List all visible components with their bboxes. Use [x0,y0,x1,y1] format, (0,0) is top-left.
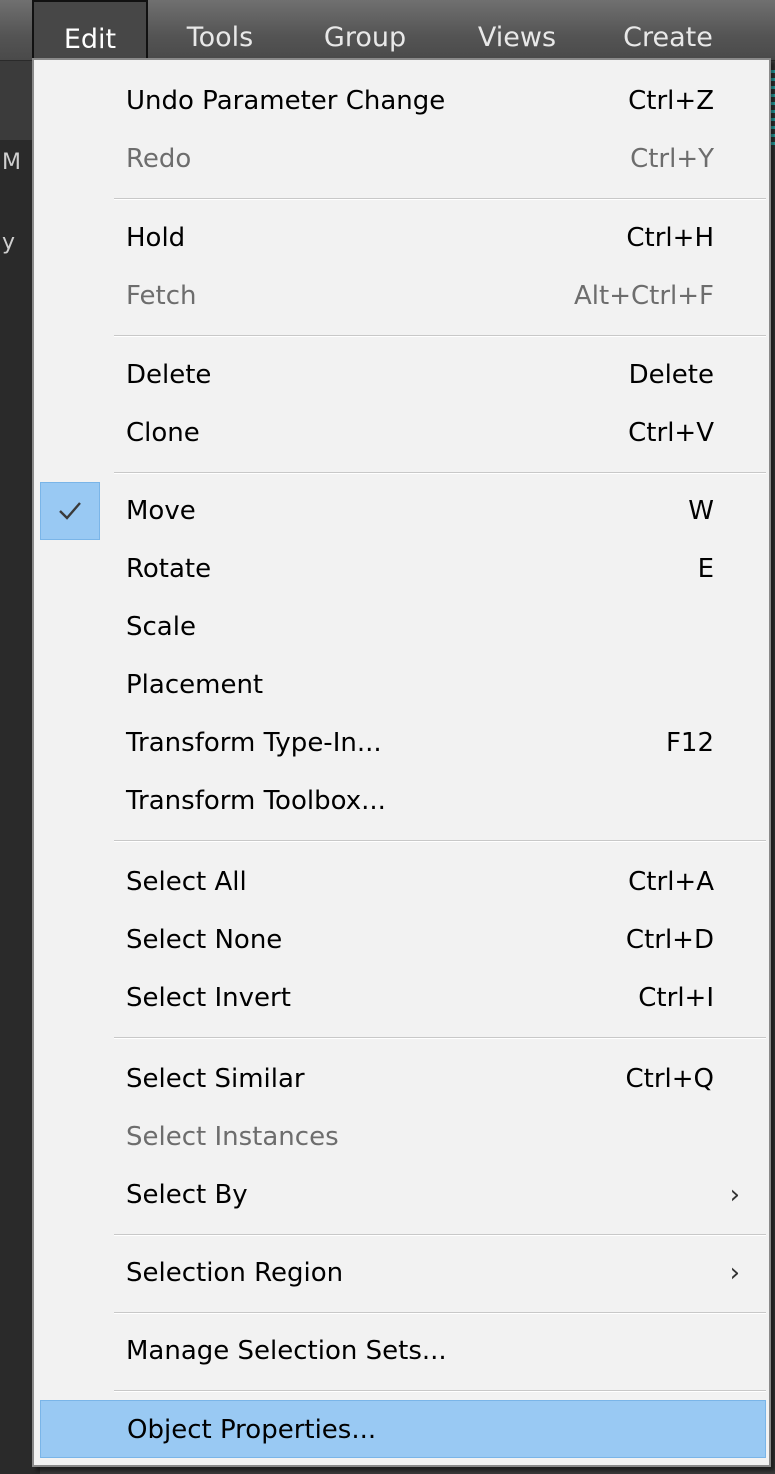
menu-item-select-invert[interactable]: Select Invert Ctrl+I [40,969,766,1027]
menu-item-label: Select None [126,925,283,955]
menu-item-label: Select All [126,867,247,897]
menu-item-select-none[interactable]: Select None Ctrl+D [40,911,766,969]
menu-item-scale[interactable]: Scale [40,598,766,656]
menu-item-label: Hold [126,223,186,253]
menu-item-shortcut: Alt+Ctrl+F [574,281,714,311]
menu-item-label: Object Properties... [127,1415,377,1445]
menu-item-label: Select By [126,1180,248,1210]
menu-item-shortcut: W [688,496,714,526]
menu-item-label: Placement [126,670,264,700]
menu-item-label: Undo Parameter Change [126,86,446,116]
menu-item-shortcut: Ctrl+V [628,418,714,448]
menu-item-label: Scale [126,612,196,642]
menu-item-label: Redo [126,144,192,174]
menu-item-undo[interactable]: Undo Parameter Change Ctrl+Z [40,72,766,130]
menu-item-select-by[interactable]: Select By › [40,1166,766,1224]
menu-item-label: Move [126,496,196,526]
menu-separator [114,1234,766,1236]
checkmark-box [40,482,100,540]
edit-dropdown-menu: Undo Parameter Change Ctrl+Z Redo Ctrl+Y… [32,58,771,1467]
menu-item-select-instances[interactable]: Select Instances [40,1108,766,1166]
menu-item-label: Select Similar [126,1064,305,1094]
menu-item-label: Select Instances [126,1122,339,1152]
menu-item-select-all[interactable]: Select All Ctrl+A [40,853,766,911]
menu-item-transform-toolbox[interactable]: Transform Toolbox... [40,772,766,830]
menu-item-fetch[interactable]: Fetch Alt+Ctrl+F [40,267,766,325]
menu-item-object-properties[interactable]: Object Properties... [40,1400,766,1458]
menu-item-shortcut: Ctrl+D [625,925,714,955]
menu-separator [114,472,766,474]
menu-item-placement[interactable]: Placement [40,656,766,714]
menu-separator [114,1312,766,1314]
menu-item-label: Rotate [126,554,212,584]
menu-item-label: Fetch [126,281,197,311]
menu-item-shortcut: Delete [628,360,714,390]
checkmark-icon [59,502,81,520]
menu-item-shortcut: Ctrl+Y [630,144,714,174]
menu-item-shortcut: F12 [665,728,714,758]
background-text-fragment: y [2,230,16,255]
menu-item-transform-type-in[interactable]: Transform Type-In... F12 [40,714,766,772]
menu-edit[interactable]: Edit [32,0,148,62]
menu-item-shortcut: E [697,554,714,584]
menu-item-label: Transform Type-In... [126,728,382,758]
menu-item-hold[interactable]: Hold Ctrl+H [40,209,766,267]
menu-item-shortcut: Ctrl+H [626,223,714,253]
menu-item-shortcut: Ctrl+A [628,867,714,897]
menu-create[interactable]: Create [606,0,730,60]
menu-separator [114,1037,766,1039]
menu-item-label: Manage Selection Sets... [126,1336,447,1366]
menu-item-label: Clone [126,418,200,448]
menu-bar: Edit Tools Group Views Create [0,0,775,62]
menu-separator [114,840,766,842]
menu-item-select-similar[interactable]: Select Similar Ctrl+Q [40,1050,766,1108]
menu-item-clone[interactable]: Clone Ctrl+V [40,404,766,462]
menu-item-shortcut: Ctrl+Z [628,86,714,116]
menu-item-selection-region[interactable]: Selection Region › [40,1244,766,1302]
menu-item-redo[interactable]: Redo Ctrl+Y [40,130,766,188]
menu-separator [114,198,766,200]
menu-separator [114,1390,766,1392]
menu-item-shortcut: Ctrl+I [638,983,714,1013]
menu-item-label: Delete [126,360,212,390]
menu-item-label: Transform Toolbox... [126,786,386,816]
menu-item-label: Select Invert [126,983,291,1013]
menu-item-move[interactable]: Move W [40,482,766,540]
menu-tools[interactable]: Tools [170,0,270,60]
submenu-arrow-icon: › [729,1258,740,1288]
menu-item-label: Selection Region [126,1258,344,1288]
menu-item-shortcut: Ctrl+Q [625,1064,714,1094]
submenu-arrow-icon: › [729,1180,740,1210]
menu-item-manage-selection-sets[interactable]: Manage Selection Sets... [40,1322,766,1380]
menu-item-rotate[interactable]: Rotate E [40,540,766,598]
background-text-fragment: M [2,150,21,175]
menu-separator [114,335,766,337]
menu-item-delete[interactable]: Delete Delete [40,346,766,404]
menu-views[interactable]: Views [462,0,572,60]
menu-group[interactable]: Group [310,0,420,60]
